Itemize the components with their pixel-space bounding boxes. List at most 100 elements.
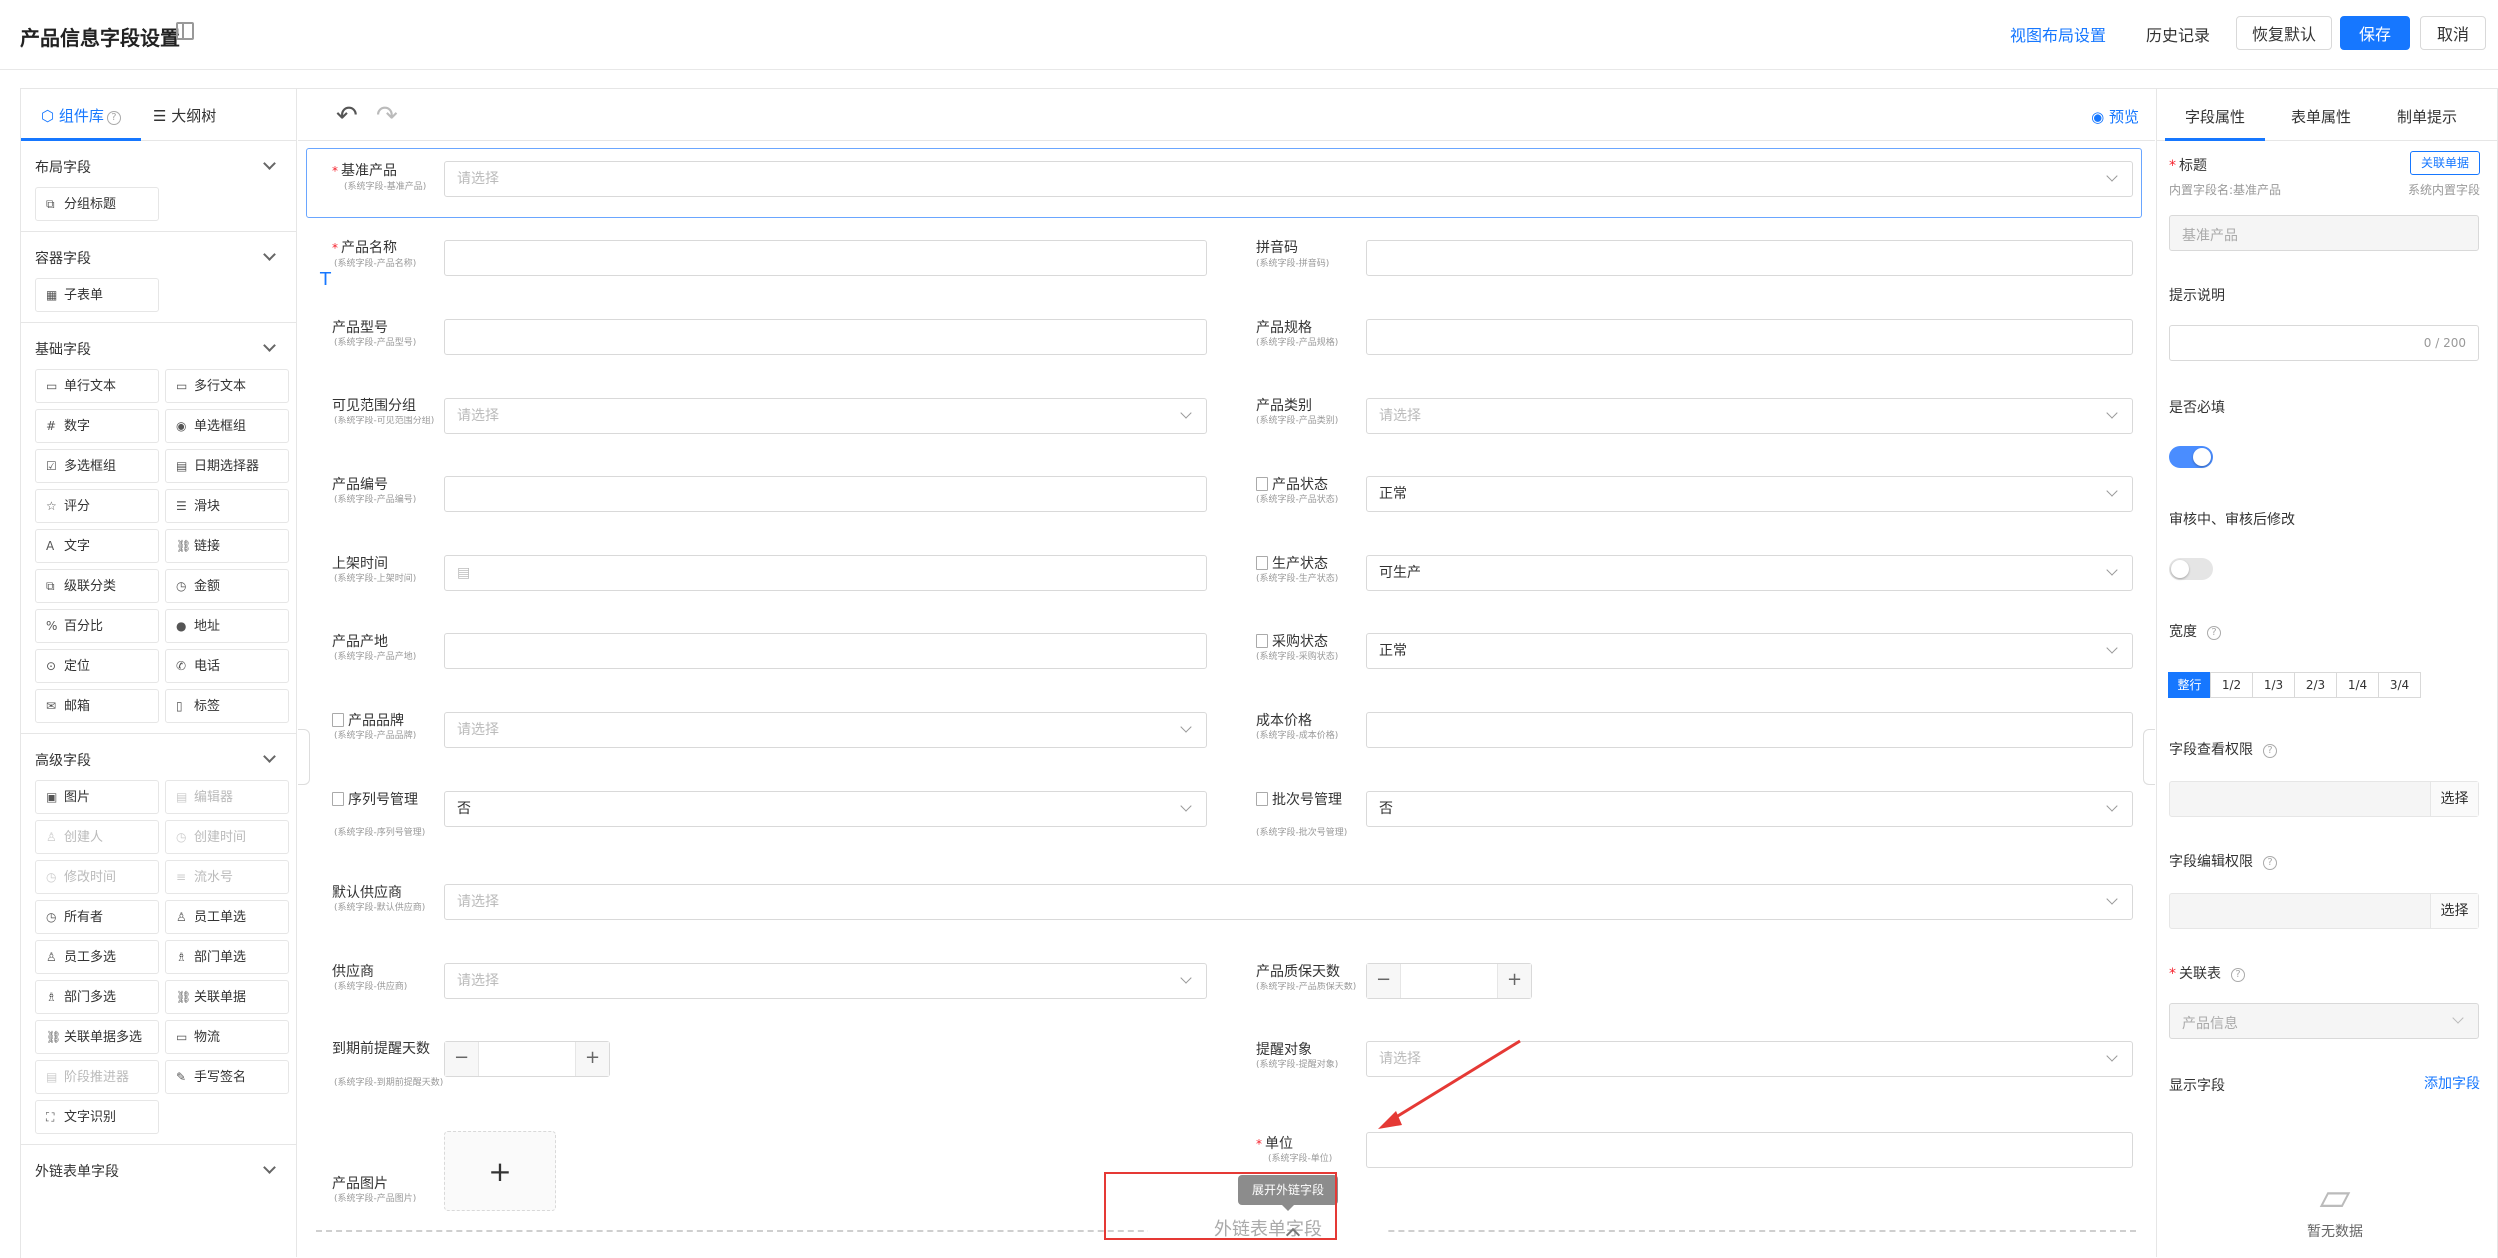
comp-item[interactable]: ▤ 日期选择器 (165, 449, 289, 483)
comp-item[interactable]: # 数字 (35, 409, 159, 443)
user-icon: ♙ (176, 910, 187, 924)
pick-button[interactable]: 选择 (2430, 894, 2478, 928)
comp-item[interactable]: ⛓ 关联单据多选 (35, 1020, 159, 1054)
comp-item[interactable]: A 文字 (35, 529, 159, 563)
tab-outline[interactable]: ☰ 大纲树 (153, 105, 216, 126)
hint-label: 提示说明 (2169, 288, 2225, 304)
comp-item[interactable]: ▯ 标签 (165, 689, 289, 723)
link-icon: ⛓ (46, 1030, 62, 1044)
help-icon[interactable]: ? (106, 111, 121, 125)
cancel-button[interactable]: 取消 (2420, 16, 2486, 50)
section-external: 外链表单字段 (21, 1145, 296, 1189)
comp-item[interactable]: ☰ 滑块 (165, 489, 289, 523)
help-icon: ? (2231, 968, 2245, 982)
tab-form-props[interactable]: 表单属性 (2291, 106, 2351, 127)
history-link[interactable]: 历史记录 (2146, 22, 2210, 46)
comp-item[interactable]: ⛓ 链接 (165, 529, 289, 563)
section-basic: 基础字段 ▭ 单行文本 ▭ 多行文本 # 数字 ◉ 单选框组 ☑ 多选框组 ▤ 日期选择器 … (21, 323, 296, 734)
comp-item[interactable]: ◷ 所有者 (35, 900, 159, 934)
users-icon: ♙ (46, 950, 57, 964)
display-fields-label: 显示字段 (2169, 1078, 2225, 1094)
tab-field-props[interactable]: 字段属性 (2185, 106, 2245, 127)
comp-item[interactable]: % 百分比 (35, 609, 159, 643)
pick-button[interactable]: 选择 (2430, 782, 2478, 816)
tag-icon: ▯ (176, 699, 183, 713)
input-icon: ▭ (46, 379, 58, 393)
system-field-tag: 系统内置字段 (2407, 183, 2480, 197)
empty-inbox-icon: ▱ (2319, 1174, 2351, 1220)
comp-item[interactable]: ✆ 电话 (165, 649, 289, 683)
section-advanced: 高级字段 ▣ 图片 ▤ 编辑器 ♙ 创建人 ◷ 创建时间 ◷ 修改时间 ≡ 流水号 ◷ 所有者… (21, 734, 296, 1145)
table-icon: ▦ (46, 288, 58, 302)
comp-item: ◷ 修改时间 (35, 860, 159, 894)
form-canvas: ↶ ↷ ◉ 预览 * 基准产品 (系统字段-基准产品) 请选择 * 产品名称 (系统… (298, 89, 2155, 1257)
link-doc-button[interactable]: 关联单据 (2409, 151, 2480, 175)
comp-group-title[interactable]: ⧉ 分组标题 (35, 187, 159, 221)
tab-tips[interactable]: 制单提示 (2397, 106, 2457, 127)
tree-icon: ☰ (153, 107, 172, 125)
width-option[interactable]: 1/3 (2252, 672, 2295, 698)
top-bar: 产品信息字段设置 视图布局设置 历史记录 恢复默认 保存 取消 (0, 0, 2498, 70)
tab-components[interactable]: ⬡ 组件库? (41, 105, 121, 126)
hint-input[interactable]: 0 / 200 (2169, 325, 2479, 361)
width-option[interactable]: 整行 (2168, 672, 2211, 698)
width-option[interactable]: 1/2 (2210, 672, 2253, 698)
comp-item: ♙ 创建人 (35, 820, 159, 854)
comp-item[interactable]: ☆ 评分 (35, 489, 159, 523)
audit-edit-toggle[interactable] (2169, 558, 2213, 580)
comp-item[interactable]: ▭ 单行文本 (35, 369, 159, 403)
link-icon: ⛓ (176, 990, 192, 1004)
comp-item[interactable]: ♗ 部门单选 (165, 940, 289, 974)
width-option[interactable]: 2/3 (2294, 672, 2337, 698)
empty-state: ▱ 暂无数据 (2285, 1149, 2385, 1240)
comp-item[interactable]: ♙ 员工多选 (35, 940, 159, 974)
rel-table-label: * 关联表? (2169, 963, 2245, 983)
view-perm-picker[interactable]: 选择 (2169, 781, 2479, 817)
section-header[interactable]: 高级字段 (21, 734, 296, 778)
chevron-down-icon (263, 339, 276, 352)
comp-item[interactable]: ▭ 物流 (165, 1020, 289, 1054)
edit-perm-picker[interactable]: 选择 (2169, 893, 2479, 929)
add-field-link[interactable]: 添加字段 (2424, 1073, 2480, 1093)
comp-item[interactable]: ☑ 多选框组 (35, 449, 159, 483)
comp-item[interactable]: ⛓ 关联单据 (165, 980, 289, 1014)
link-icon: ⛓ (176, 539, 192, 553)
comp-item[interactable]: ♙ 员工单选 (165, 900, 289, 934)
width-option[interactable]: 3/4 (2378, 672, 2421, 698)
restore-default-button[interactable]: 恢复默认 (2236, 16, 2332, 50)
comp-item[interactable]: ▣ 图片 (35, 780, 159, 814)
comp-item[interactable]: ♗ 部门多选 (35, 980, 159, 1014)
comp-item[interactable]: ● 地址 (165, 609, 289, 643)
comp-item[interactable]: ▭ 多行文本 (165, 369, 289, 403)
comp-item[interactable]: ⊙ 定位 (35, 649, 159, 683)
location-pin-icon: ● (176, 619, 187, 633)
comp-item[interactable]: ◷ 金额 (165, 569, 289, 603)
char-count: 0 / 200 (2423, 336, 2466, 350)
editor-icon: ▤ (176, 790, 188, 804)
edit-perm-label: 字段编辑权限? (2169, 851, 2277, 871)
title-label: * 标题 (2169, 158, 2207, 174)
comp-item[interactable]: ✉ 邮箱 (35, 689, 159, 723)
comp-item[interactable]: ⛶ 文字识别 (35, 1100, 159, 1134)
inner-field-name: 内置字段名:基准产品 (2169, 183, 2282, 197)
width-option[interactable]: 1/4 (2336, 672, 2379, 698)
comp-item[interactable]: ✎ 手写签名 (165, 1060, 289, 1094)
section-header[interactable]: 布局字段 (21, 141, 296, 185)
component-panel: ⬡ 组件库? ☰ 大纲树 布局字段 ⧉ 分组标题 容器字段 ▦ 子表单 基础字段 ▭… (21, 89, 297, 1257)
comp-item[interactable]: ◉ 单选框组 (165, 409, 289, 443)
clock-icon: ◷ (46, 910, 57, 924)
save-button[interactable]: 保存 (2340, 16, 2410, 50)
empty-text: 暂无数据 (2307, 1224, 2363, 1240)
required-toggle[interactable] (2169, 446, 2213, 468)
comp-item: ▤ 阶段推进器 (35, 1060, 159, 1094)
width-selector[interactable]: 整行 1/2 1/3 2/3 1/4 3/4 (2168, 672, 2421, 698)
section-header[interactable]: 容器字段 (21, 232, 296, 276)
layout-icon[interactable] (176, 22, 194, 40)
view-layout-link[interactable]: 视图布局设置 (2010, 22, 2106, 46)
dept-icon: ♗ (176, 950, 187, 964)
section-header[interactable]: 外链表单字段 (21, 1145, 296, 1189)
chevron-down-icon (263, 1161, 276, 1174)
comp-item[interactable]: ⧉ 级联分类 (35, 569, 159, 603)
comp-subform[interactable]: ▦ 子表单 (35, 278, 159, 312)
section-header[interactable]: 基础字段 (21, 323, 296, 367)
